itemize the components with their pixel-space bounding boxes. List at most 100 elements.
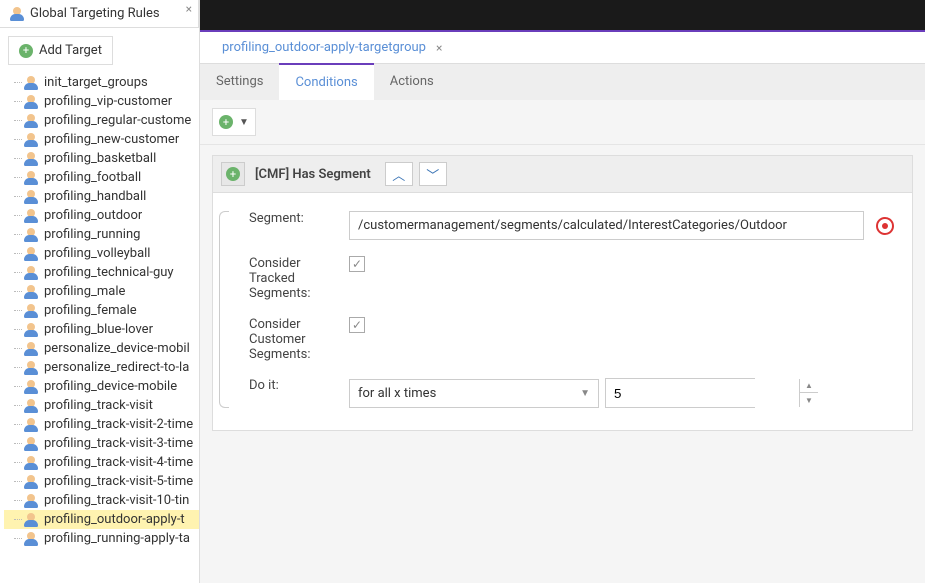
tree-connector	[14, 101, 22, 102]
person-icon	[24, 304, 38, 318]
tree-item-label: profiling_outdoor-apply-t	[44, 512, 185, 527]
tree-item[interactable]: profiling_technical-guy	[4, 263, 199, 282]
plus-icon: +	[226, 167, 240, 181]
tree-item-label: profiling_track-visit-4-time	[44, 455, 193, 470]
tree-item-label: profiling_track-visit-5-time	[44, 474, 193, 489]
tree-item-label: profiling_volleyball	[44, 246, 150, 261]
chevron-down-icon: ▼	[239, 117, 249, 128]
tree-item[interactable]: profiling_regular-custome	[4, 111, 199, 130]
tree-item-label: profiling_running	[44, 227, 140, 242]
tracked-segments-checkbox[interactable]: ✓	[349, 256, 365, 272]
tree-item[interactable]: profiling_new-customer	[4, 130, 199, 149]
person-icon	[10, 7, 24, 21]
do-it-count-field[interactable]: ▲ ▼	[605, 378, 755, 408]
person-icon	[24, 266, 38, 280]
tree-connector	[14, 462, 22, 463]
tree-item[interactable]: profiling_device-mobile	[4, 377, 199, 396]
chevron-up-icon: ︿	[392, 165, 405, 184]
close-icon[interactable]: ×	[186, 2, 192, 16]
person-icon	[24, 456, 38, 470]
tree-item-label: profiling_track-visit-3-time	[44, 436, 193, 451]
tree-item[interactable]: profiling_volleyball	[4, 244, 199, 263]
tree-connector	[14, 443, 22, 444]
add-subcondition-button[interactable]: +	[221, 162, 245, 186]
tree-connector	[14, 538, 22, 539]
tree-connector	[14, 424, 22, 425]
tracked-segments-label: Consider Tracked Segments:	[249, 256, 349, 301]
tree-item[interactable]: init_target_groups	[4, 73, 199, 92]
tree-item[interactable]: profiling_running-apply-ta	[4, 529, 199, 548]
spin-up-button[interactable]: ▲	[800, 379, 818, 393]
spin-down-button[interactable]: ▼	[800, 393, 818, 407]
tree-item[interactable]: profiling_running	[4, 225, 199, 244]
tree-item[interactable]: personalize_device-mobil	[4, 339, 199, 358]
tree-item[interactable]: profiling_outdoor	[4, 206, 199, 225]
tree-item-label: profiling_female	[44, 303, 137, 318]
sidebar-panel-title: Global Targeting Rules	[30, 6, 160, 21]
customer-segments-label: Consider Customer Segments:	[249, 317, 349, 362]
tree-item[interactable]: profiling_male	[4, 282, 199, 301]
tab-actions[interactable]: Actions	[374, 64, 450, 100]
person-icon	[24, 114, 38, 128]
tree-connector	[14, 519, 22, 520]
main-area: profiling_outdoor-apply-targetgroup × Se…	[200, 0, 925, 583]
tree-connector	[14, 120, 22, 121]
person-icon	[24, 418, 38, 432]
person-icon	[24, 475, 38, 489]
tree-connector	[14, 158, 22, 159]
sub-tabstrip: Settings Conditions Actions	[200, 64, 925, 100]
tree-item-label: profiling_track-visit-2-time	[44, 417, 193, 432]
tree-item[interactable]: profiling_female	[4, 301, 199, 320]
tree-item[interactable]: profiling_outdoor-apply-t	[4, 510, 199, 529]
editor-tab[interactable]: profiling_outdoor-apply-targetgroup ×	[208, 32, 456, 63]
tree-connector	[14, 82, 22, 83]
customer-segments-checkbox[interactable]: ✓	[349, 317, 365, 333]
tab-settings[interactable]: Settings	[200, 64, 279, 100]
tree-item[interactable]: profiling_football	[4, 168, 199, 187]
tree-connector	[14, 139, 22, 140]
editor-tab-label: profiling_outdoor-apply-targetgroup	[222, 40, 426, 55]
tree-connector	[14, 234, 22, 235]
tree-connector	[14, 500, 22, 501]
chevron-down-icon: ▼	[580, 388, 590, 399]
segment-input[interactable]: /customermanagement/segments/calculated/…	[349, 211, 864, 240]
tree-item[interactable]: profiling_track-visit	[4, 396, 199, 415]
chevron-down-icon: ﹀	[426, 165, 439, 184]
tree-item[interactable]: profiling_vip-customer	[4, 92, 199, 111]
tree-item-label: profiling_basketball	[44, 151, 156, 166]
tree-item[interactable]: profiling_basketball	[4, 149, 199, 168]
do-it-select[interactable]: for all x times ▼	[349, 379, 599, 408]
rules-tree: init_target_groupsprofiling_vip-customer…	[0, 73, 199, 583]
do-it-select-value: for all x times	[358, 386, 436, 401]
move-down-button[interactable]: ﹀	[419, 162, 447, 186]
move-up-button[interactable]: ︿	[385, 162, 413, 186]
do-it-count-input[interactable]	[606, 379, 799, 407]
tree-item[interactable]: profiling_track-visit-5-time	[4, 472, 199, 491]
tree-item[interactable]: personalize_redirect-to-la	[4, 358, 199, 377]
tree-item[interactable]: profiling_blue-lover	[4, 320, 199, 339]
tree-connector	[14, 177, 22, 178]
tree-item-label: profiling_regular-custome	[44, 113, 191, 128]
sidebar-panel-tab[interactable]: Global Targeting Rules ×	[0, 0, 199, 28]
plus-icon: +	[219, 115, 233, 129]
close-icon[interactable]: ×	[436, 41, 442, 55]
tree-item-label: profiling_track-visit-10-tin	[44, 493, 189, 508]
add-target-button[interactable]: + Add Target	[8, 36, 113, 65]
person-icon	[24, 95, 38, 109]
tree-item[interactable]: profiling_track-visit-4-time	[4, 453, 199, 472]
tree-connector	[14, 196, 22, 197]
tree-connector	[14, 329, 22, 330]
condition-area: + [CMF] Has Segment ︿ ﹀ Segment: /custom…	[200, 145, 925, 441]
target-icon[interactable]	[876, 217, 894, 235]
tree-item[interactable]: profiling_handball	[4, 187, 199, 206]
person-icon	[24, 361, 38, 375]
tree-item[interactable]: profiling_track-visit-2-time	[4, 415, 199, 434]
tree-connector	[14, 253, 22, 254]
tree-item[interactable]: profiling_track-visit-3-time	[4, 434, 199, 453]
person-icon	[24, 228, 38, 242]
tree-item-label: profiling_track-visit	[44, 398, 153, 413]
tab-conditions[interactable]: Conditions	[279, 63, 373, 100]
person-icon	[24, 532, 38, 546]
add-condition-button[interactable]: + ▼	[212, 108, 256, 136]
tree-item[interactable]: profiling_track-visit-10-tin	[4, 491, 199, 510]
